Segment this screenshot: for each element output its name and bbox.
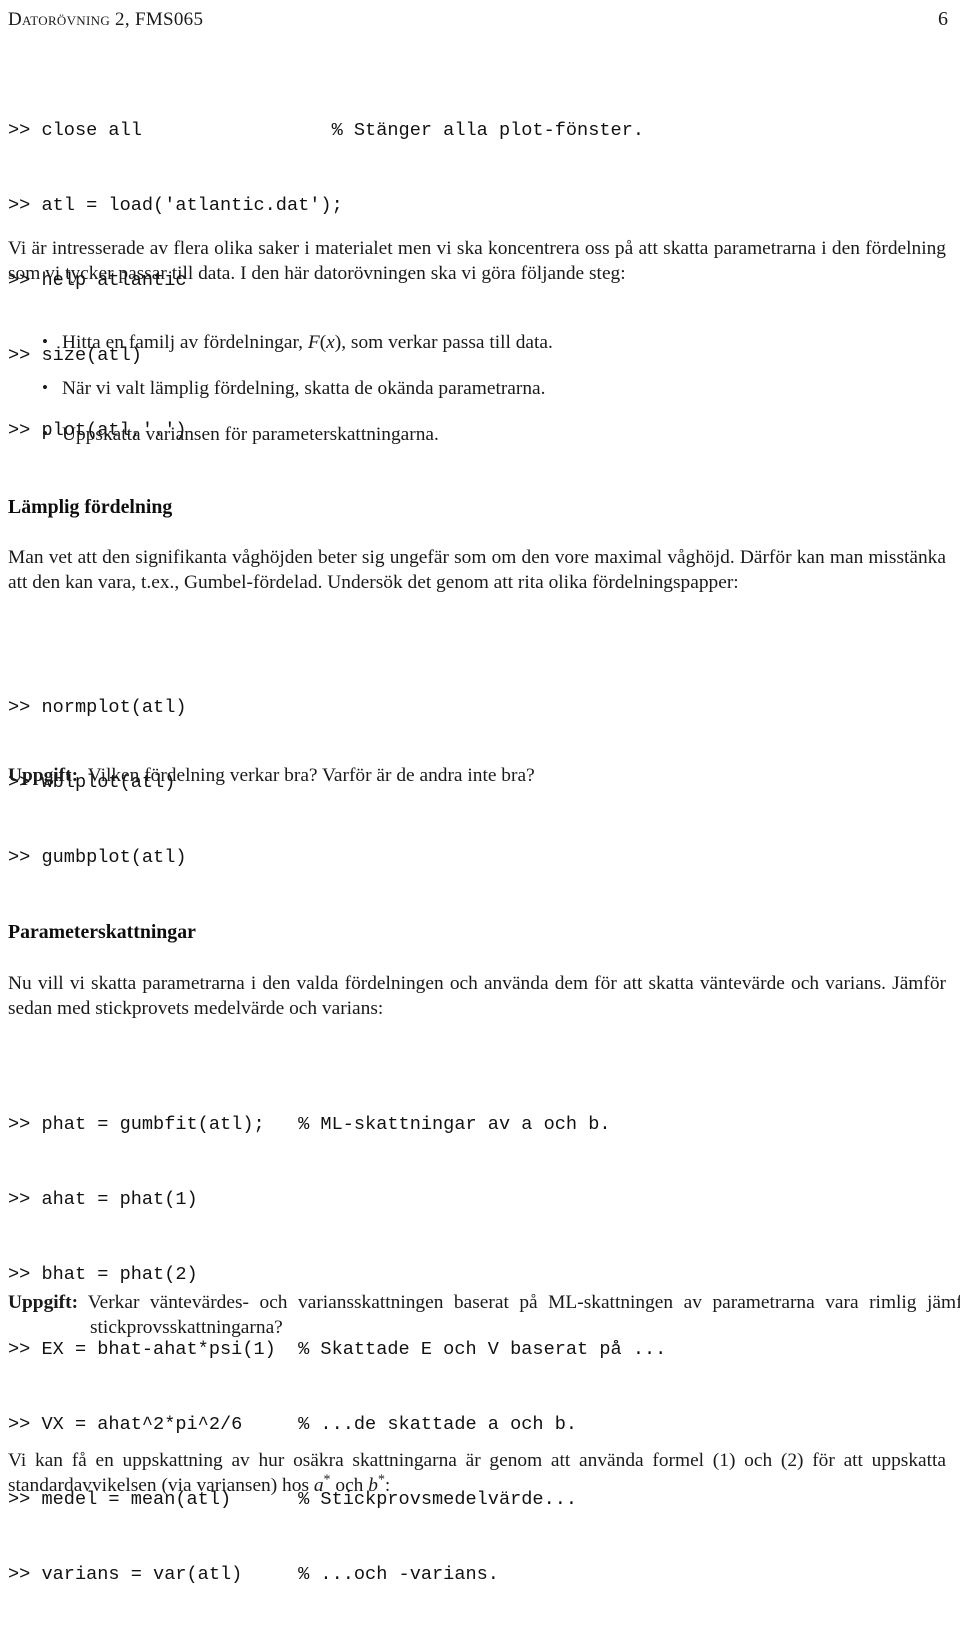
exercise-question-1: Uppgift: Vilken fördelning verkar bra? Va… xyxy=(8,763,960,788)
section-paragraph-parameterskattningar: Nu vill vi skatta parametrarna i den val… xyxy=(8,973,946,1020)
page-number: 6 xyxy=(938,8,948,30)
closing-text-mid: och xyxy=(330,1475,369,1497)
code-line: >> bhat = phat(2) xyxy=(8,1264,198,1285)
list-item-text-pre: Hitta en familj av fördelningar, xyxy=(62,332,308,353)
list-item: Uppskatta variansen för parameterskattni… xyxy=(8,421,946,447)
list-item: När vi valt lämplig fördelning, skatta d… xyxy=(8,375,946,401)
code-line: >> VX = ahat^2*pi^2/6 % ...de skattade a… xyxy=(8,1414,578,1435)
code-line: >> atl = load('atlantic.dat'); xyxy=(8,195,343,216)
exercise-text: Vilken fördelning verkar bra? Varför är … xyxy=(87,765,535,786)
exercise-label: Uppgift: xyxy=(8,765,79,786)
math-symbol-b: b xyxy=(368,1475,378,1497)
math-symbol-x: x xyxy=(326,332,335,353)
exercise-question-2: Uppgift: Verkar väntevärdes- och varianss… xyxy=(8,1290,960,1340)
closing-paragraph: Vi kan få en uppskattning av hur osäkra … xyxy=(8,1448,946,1498)
math-symbol-a: a xyxy=(313,1475,324,1497)
steps-list: Hitta en familj av fördelningar, F(x), s… xyxy=(8,329,946,447)
list-item-text-post: ), som verkar passa till data. xyxy=(334,332,553,353)
header-title: Datorövning 2, FMS065 xyxy=(8,9,204,30)
intro-paragraph: Vi är intresserade av flera olika saker … xyxy=(8,238,946,285)
code-line: >> close all % Stänger alla plot-fönster… xyxy=(8,120,645,141)
code-line: >> EX = bhat-ahat*psi(1) % Skattade E oc… xyxy=(8,1339,667,1360)
code-line: >> gumbplot(atl) xyxy=(8,847,187,868)
document-page: Datorövning 2, FMS065 6 >> close all % S… xyxy=(0,0,960,1585)
code-line: >> phat = gumbfit(atl); % ML-skattningar… xyxy=(8,1114,611,1135)
exercise-label: Uppgift: xyxy=(8,1292,79,1313)
closing-text-part1: Vi kan få en uppskattning av hur osäkra … xyxy=(8,1450,946,1497)
math-symbol-F: F xyxy=(307,332,320,353)
running-header: Datorövning 2, FMS065 6 xyxy=(8,8,948,34)
list-item: Hitta en familj av fördelningar, F(x), s… xyxy=(8,329,946,355)
list-item-text: När vi valt lämplig fördelning, skatta d… xyxy=(62,378,546,399)
exercise-text: Verkar väntevärdes- och variansskattning… xyxy=(87,1292,960,1339)
code-line: >> normplot(atl) xyxy=(8,697,187,718)
closing-text-part2: : xyxy=(384,1475,391,1497)
code-line: >> varians = var(atl) % ...och -varians. xyxy=(8,1564,499,1585)
section-heading-parameterskattningar: Parameterskattningar xyxy=(8,921,196,943)
code-line: >> ahat = phat(1) xyxy=(8,1189,198,1210)
star-superscript: * xyxy=(377,1472,385,1488)
section-heading-lamplig-fordelning: Lämplig fördelning xyxy=(8,496,173,518)
star-superscript: * xyxy=(323,1472,331,1488)
list-item-text: Uppskatta variansen för parameterskattni… xyxy=(62,424,439,445)
section-paragraph-lamplig-fordelning: Man vet att den signifikanta våghöjden b… xyxy=(8,547,946,594)
code-block-estimation: >> phat = gumbfit(atl); % ML-skattningar… xyxy=(8,1062,946,1637)
